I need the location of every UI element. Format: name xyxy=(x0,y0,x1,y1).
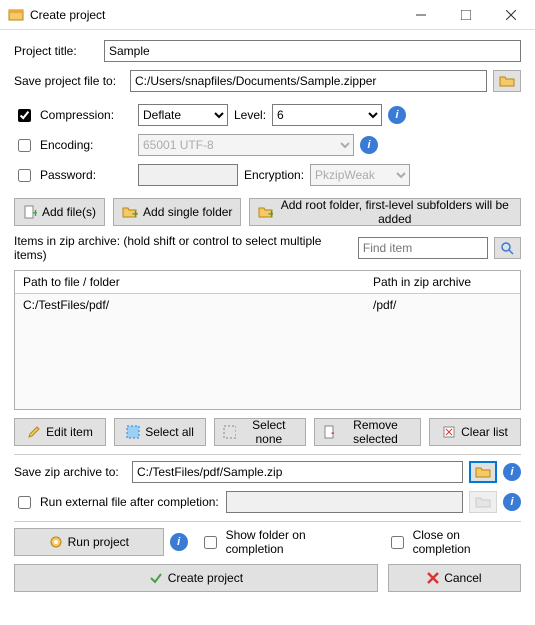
select-all-icon xyxy=(126,425,140,439)
password-checkbox[interactable] xyxy=(18,169,31,182)
run-external-checkbox[interactable] xyxy=(18,496,31,509)
folder-open-icon xyxy=(475,495,491,509)
add-single-folder-button[interactable]: + Add single folder xyxy=(113,198,241,226)
cancel-button[interactable]: Cancel xyxy=(388,564,521,592)
x-icon xyxy=(427,572,439,584)
run-external-label: Run external file after completion: xyxy=(40,495,220,509)
window-title: Create project xyxy=(30,8,398,22)
level-label: Level: xyxy=(234,108,266,122)
remove-icon: − xyxy=(323,425,334,439)
encoding-label: Encoding: xyxy=(40,138,132,152)
select-all-button[interactable]: Select all xyxy=(114,418,206,446)
search-icon xyxy=(500,241,514,255)
pencil-icon xyxy=(27,425,41,439)
project-title-label: Project title: xyxy=(14,44,98,58)
save-project-label: Save project file to: xyxy=(14,74,124,88)
compression-checkbox[interactable] xyxy=(18,109,31,122)
add-root-folder-button[interactable]: + Add root folder, first-level subfolder… xyxy=(249,198,521,226)
project-title-input[interactable] xyxy=(104,40,521,62)
close-on-checkbox[interactable] xyxy=(391,536,404,549)
save-project-input[interactable] xyxy=(130,70,487,92)
browse-zip-button[interactable] xyxy=(469,461,497,483)
svg-text:+: + xyxy=(132,207,138,219)
gear-icon xyxy=(49,535,63,549)
clear-icon xyxy=(442,425,456,439)
clear-list-button[interactable]: Clear list xyxy=(429,418,521,446)
svg-text:+: + xyxy=(268,207,272,219)
compression-label: Compression: xyxy=(40,108,132,122)
info-icon[interactable]: i xyxy=(388,106,406,124)
svg-text:−: − xyxy=(331,426,334,439)
browse-external-button xyxy=(469,491,497,513)
create-project-button[interactable]: Create project xyxy=(14,564,378,592)
folder-add-icon: + xyxy=(122,205,138,219)
encoding-checkbox[interactable] xyxy=(18,139,31,152)
encryption-label: Encryption: xyxy=(244,168,304,182)
show-folder-label: Show folder on completion xyxy=(226,528,367,556)
check-icon xyxy=(149,571,163,585)
folder-open-icon xyxy=(499,74,515,88)
encryption-select: PkzipWeak xyxy=(310,164,410,186)
show-folder-checkbox[interactable] xyxy=(204,536,217,549)
titlebar: Create project xyxy=(0,0,535,30)
save-zip-input[interactable] xyxy=(132,461,463,483)
password-input xyxy=(138,164,238,186)
app-icon xyxy=(8,7,24,23)
folder-open-icon xyxy=(475,465,491,479)
search-button[interactable] xyxy=(494,237,521,259)
col-zip: Path in zip archive xyxy=(373,275,512,289)
edit-item-button[interactable]: Edit item xyxy=(14,418,106,446)
table-row[interactable]: C:/TestFiles/pdf/ /pdf/ xyxy=(15,294,520,316)
save-zip-label: Save zip archive to: xyxy=(14,465,126,479)
remove-selected-button[interactable]: − Remove selected xyxy=(314,418,421,446)
svg-text:+: + xyxy=(32,206,37,219)
info-icon[interactable]: i xyxy=(503,493,521,511)
encoding-select: 65001 UTF-8 xyxy=(138,134,354,156)
info-icon[interactable]: i xyxy=(503,463,521,481)
close-button[interactable] xyxy=(488,1,533,29)
minimize-button[interactable] xyxy=(398,1,443,29)
folder-tree-icon: + xyxy=(258,205,272,219)
run-external-input xyxy=(226,491,463,513)
items-table: Path to file / folder Path in zip archiv… xyxy=(14,270,521,410)
select-none-icon xyxy=(223,425,235,439)
compression-method-select[interactable]: Deflate xyxy=(138,104,228,126)
add-files-icon: + xyxy=(23,205,37,219)
info-icon[interactable]: i xyxy=(360,136,378,154)
password-label: Password: xyxy=(40,168,132,182)
find-item-input[interactable] xyxy=(358,237,488,259)
info-icon[interactable]: i xyxy=(170,533,188,551)
maximize-button[interactable] xyxy=(443,1,488,29)
browse-project-button[interactable] xyxy=(493,70,521,92)
select-none-button[interactable]: Select none xyxy=(214,418,306,446)
items-label: Items in zip archive: (hold shift or con… xyxy=(14,234,346,262)
compression-level-select[interactable]: 6 xyxy=(272,104,382,126)
col-path: Path to file / folder xyxy=(23,275,373,289)
close-on-label: Close on completion xyxy=(413,528,521,556)
add-files-button[interactable]: + Add file(s) xyxy=(14,198,105,226)
run-project-button[interactable]: Run project xyxy=(14,528,164,556)
